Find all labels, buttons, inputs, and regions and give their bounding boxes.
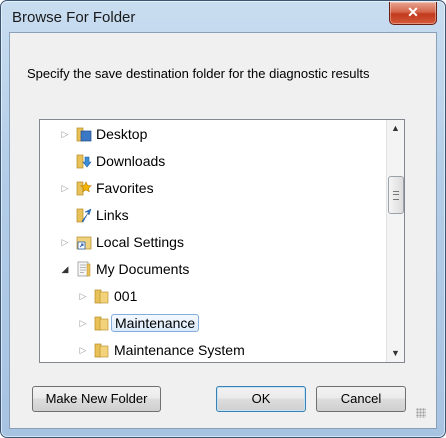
scroll-up-arrow-icon[interactable]: ▲ (387, 120, 404, 137)
cancel-button[interactable]: Cancel (316, 386, 406, 412)
tree-item-local-settings[interactable]: ▷ Local Settings (60, 231, 184, 253)
tree-item-label: 001 (114, 288, 138, 304)
links-folder-icon (76, 208, 92, 223)
tree-item-label: Local Settings (96, 234, 184, 250)
tree-item-maintenance[interactable]: ▷ Maintenance (78, 312, 200, 334)
title-bar[interactable]: Browse For Folder ✕ (1, 1, 445, 33)
expand-arrow-icon[interactable]: ▷ (60, 129, 70, 139)
close-icon: ✕ (407, 4, 419, 20)
tree-item-links[interactable]: Links (60, 204, 129, 226)
grip-lines-icon (393, 191, 399, 200)
tree-item-desktop[interactable]: ▷ Desktop (60, 123, 148, 145)
favorites-folder-icon (76, 181, 92, 196)
desktop-folder-icon (76, 127, 92, 142)
close-button[interactable]: ✕ (389, 2, 437, 25)
tree-item-label: Favorites (96, 180, 154, 196)
dialog-title: Browse For Folder (12, 9, 136, 26)
resize-grip-icon[interactable] (416, 408, 426, 418)
tree-item-001[interactable]: ▷ 001 (78, 285, 138, 307)
expand-arrow-icon[interactable]: ▷ (60, 237, 70, 247)
downloads-folder-icon (76, 154, 92, 169)
tree-item-label: Maintenance (111, 314, 200, 332)
browse-for-folder-dialog: Browse For Folder ✕ Specify the save des… (0, 0, 446, 438)
instructions-text: Specify the save destination folder for … (27, 66, 370, 81)
tree-item-label: Desktop (96, 126, 148, 142)
ok-button[interactable]: OK (216, 386, 306, 412)
folder-icon (94, 316, 109, 331)
expand-arrow-icon[interactable]: ▷ (78, 318, 88, 328)
folder-icon (94, 289, 109, 304)
make-new-folder-button[interactable]: Make New Folder (32, 386, 161, 412)
dialog-body: Specify the save destination folder for … (9, 32, 437, 429)
folder-icon (94, 343, 109, 358)
tree-item-my-documents[interactable]: ◢ My Documents (60, 258, 190, 280)
shortcut-folder-icon (76, 236, 92, 250)
folder-tree[interactable]: ▷ Desktop Downloads ▷ Favorites Links ▷ … (39, 119, 405, 363)
tree-item-label: Maintenance System (114, 342, 245, 358)
expand-arrow-icon[interactable]: ▷ (78, 291, 88, 301)
expand-arrow-icon[interactable]: ▷ (60, 183, 70, 193)
tree-item-label: Downloads (96, 153, 166, 169)
tree-item-label: Links (96, 207, 129, 223)
scroll-down-arrow-icon[interactable]: ▼ (387, 345, 404, 362)
tree-item-favorites[interactable]: ▷ Favorites (60, 177, 154, 199)
expand-arrow-icon[interactable]: ▷ (78, 345, 88, 355)
documents-folder-icon (77, 261, 91, 277)
collapse-arrow-icon[interactable]: ◢ (60, 264, 70, 274)
tree-item-label: My Documents (96, 261, 190, 277)
tree-item-downloads[interactable]: Downloads (60, 150, 165, 172)
scrollbar-thumb[interactable] (388, 176, 404, 214)
vertical-scrollbar[interactable]: ▲ ▼ (386, 120, 404, 362)
tree-item-maintenance-system[interactable]: ▷ Maintenance System (78, 339, 245, 361)
